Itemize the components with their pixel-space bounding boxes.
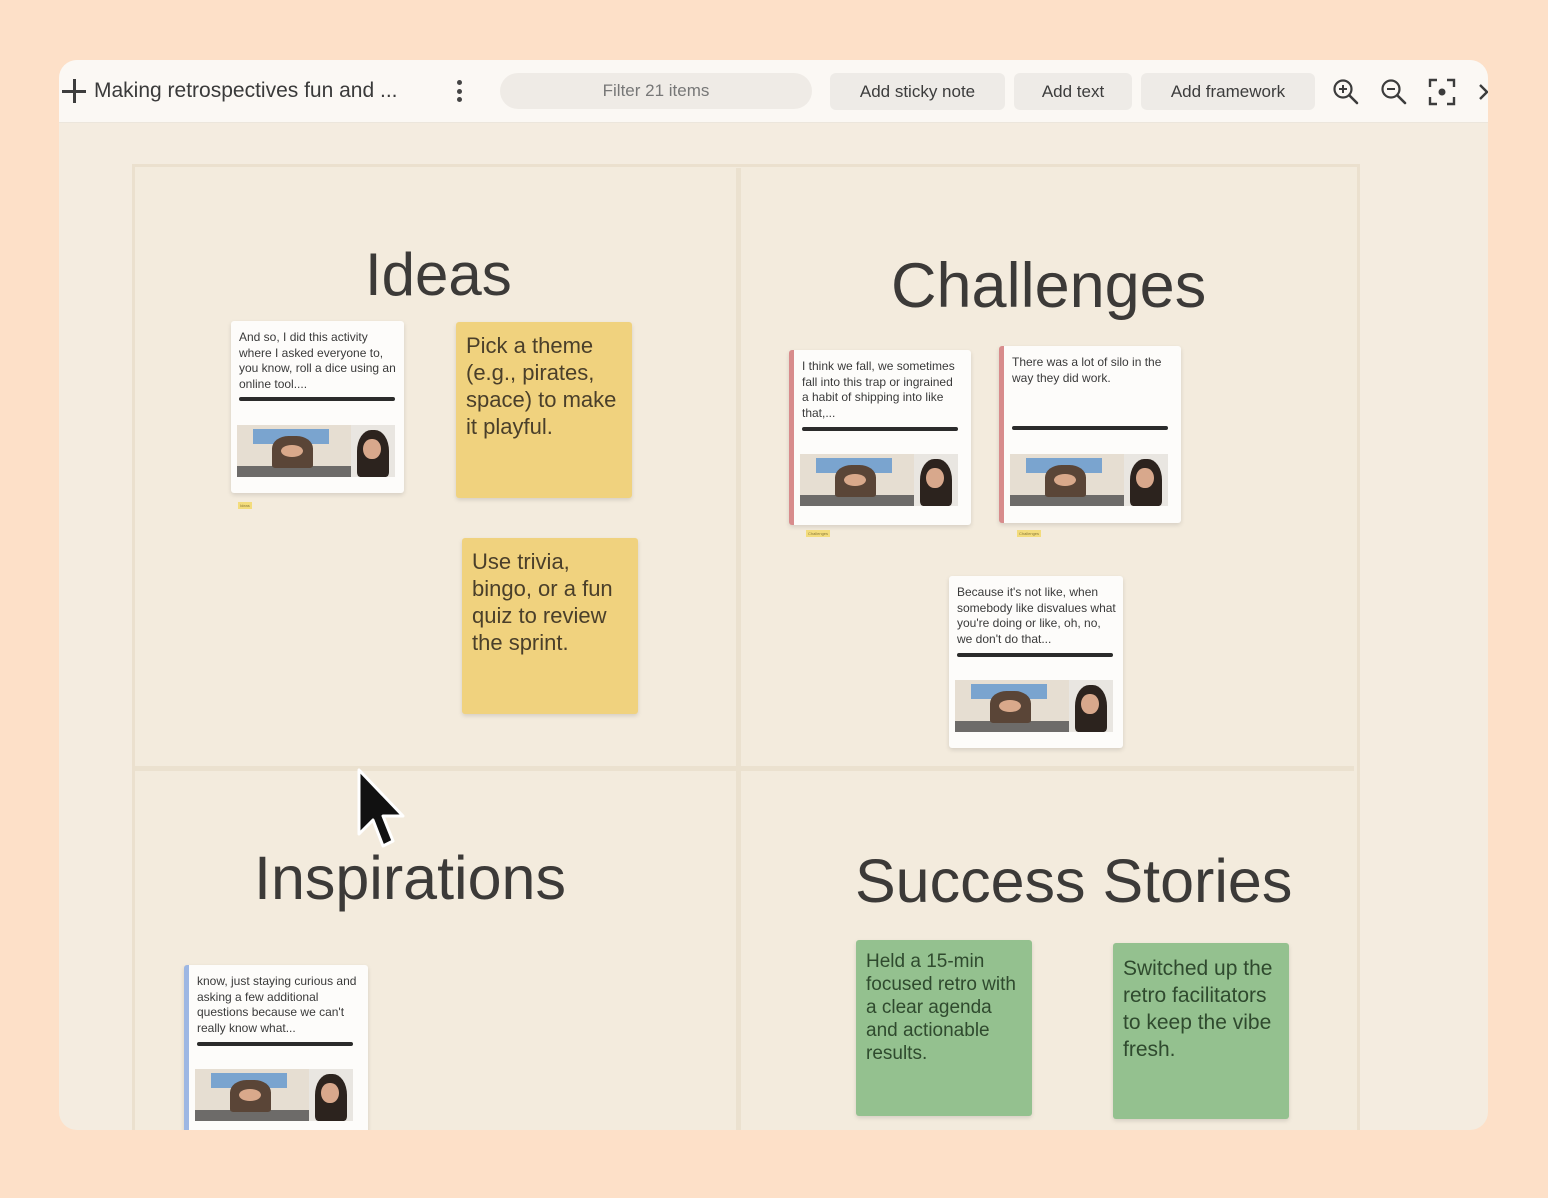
video-card[interactable]: And so, I did this activity where I aske… <box>231 321 404 493</box>
board-title[interactable]: Making retrospectives fun and ... <box>94 79 398 103</box>
zoom-in-icon[interactable] <box>1331 77 1361 107</box>
video-card-transcript: There was a lot of silo in the way they … <box>1012 355 1162 385</box>
chevron-right-icon[interactable] <box>1477 77 1488 107</box>
video-card[interactable]: I think we fall, we sometimes fall into … <box>789 350 971 525</box>
add-text-button[interactable]: Add text <box>1014 73 1132 110</box>
video-thumbnail <box>237 425 395 477</box>
video-progress-bar <box>1012 426 1168 430</box>
sticky-note[interactable]: Held a 15-min focused retro with a clear… <box>856 940 1032 1116</box>
video-card-transcript: Because it's not like, when somebody lik… <box>957 585 1116 646</box>
section-divider-vertical <box>736 168 741 1130</box>
plus-icon[interactable] <box>61 78 87 104</box>
toolbar: Making retrospectives fun and ... Add st… <box>59 60 1488 123</box>
zoom-out-icon[interactable] <box>1379 77 1409 107</box>
mouse-pointer-icon <box>357 768 405 848</box>
video-progress-bar <box>957 653 1113 657</box>
section-title-challenges: Challenges <box>891 251 1207 321</box>
video-card[interactable]: know, just staying curious and asking a … <box>184 965 368 1130</box>
add-framework-button[interactable]: Add framework <box>1141 73 1315 110</box>
section-tag: Ideas <box>238 502 252 509</box>
filter-input[interactable] <box>500 73 812 109</box>
section-tag: Challenges <box>806 530 831 537</box>
video-progress-bar <box>239 397 395 401</box>
video-progress-bar <box>802 427 958 431</box>
video-thumbnail <box>955 680 1113 732</box>
video-progress-bar <box>197 1042 353 1046</box>
video-card-transcript: I think we fall, we sometimes fall into … <box>802 359 955 420</box>
sticky-note[interactable]: Switched up the retro facilitators to ke… <box>1113 943 1289 1119</box>
section-tag: Challenges <box>1017 530 1042 537</box>
section-divider-horizontal <box>135 766 1354 771</box>
kebab-menu-icon[interactable] <box>455 80 463 104</box>
video-thumbnail <box>800 454 958 506</box>
section-title-ideas: Ideas <box>365 241 512 308</box>
sticky-note[interactable]: Use trivia, bingo, or a fun quiz to revi… <box>462 538 638 714</box>
section-title-success-stories: Success Stories <box>855 847 1293 915</box>
video-card-transcript: And so, I did this activity where I aske… <box>239 330 396 391</box>
whiteboard-window: Making retrospectives fun and ... Add st… <box>59 60 1488 1130</box>
video-thumbnail <box>195 1069 353 1121</box>
add-sticky-note-button[interactable]: Add sticky note <box>830 73 1005 110</box>
video-card[interactable]: There was a lot of silo in the way they … <box>999 346 1181 523</box>
fit-to-screen-icon[interactable] <box>1427 77 1457 107</box>
video-thumbnail <box>1010 454 1168 506</box>
video-card[interactable]: Because it's not like, when somebody lik… <box>949 576 1123 748</box>
video-card-transcript: know, just staying curious and asking a … <box>197 974 357 1035</box>
sticky-note[interactable]: Pick a theme (e.g., pirates, space) to m… <box>456 322 632 498</box>
